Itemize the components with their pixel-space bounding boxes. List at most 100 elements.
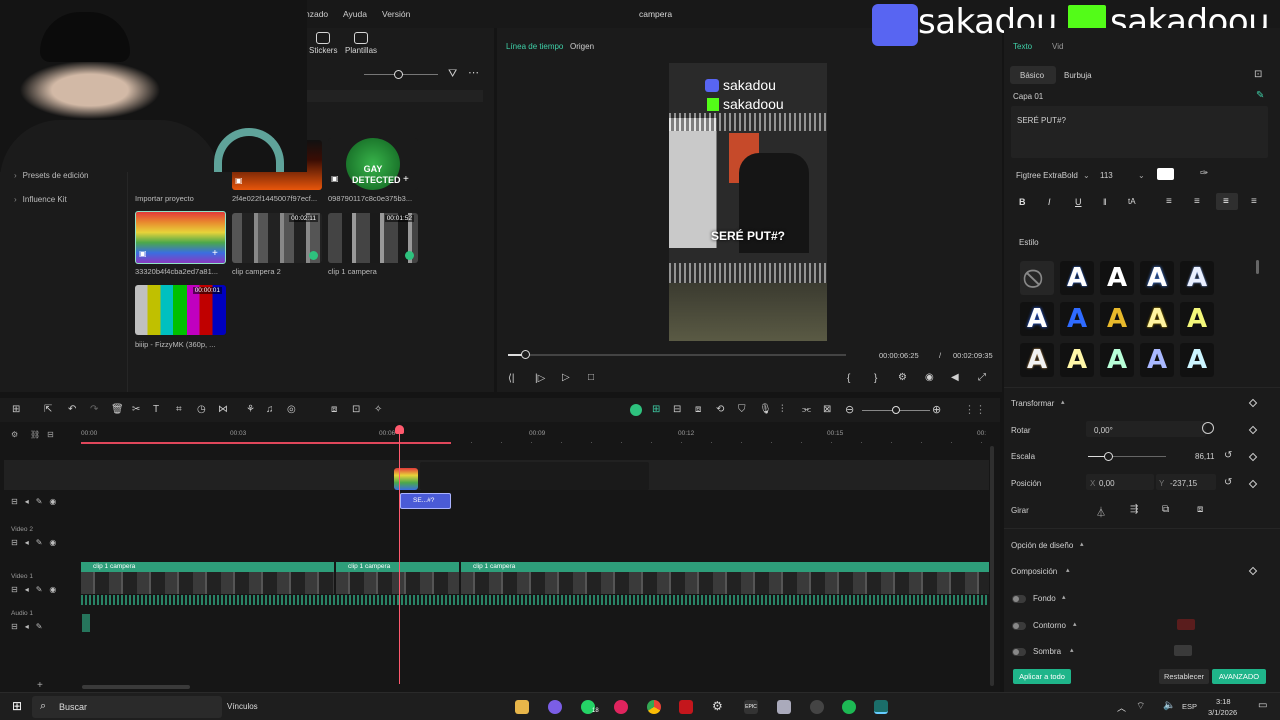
crop-icon[interactable]: ⌗ <box>176 404 182 415</box>
text-clip[interactable]: SE...#? <box>400 493 451 509</box>
links-label[interactable]: Vínculos <box>227 702 258 711</box>
media-item-rainbow[interactable]: ▣ + <box>135 211 226 264</box>
play-backward-icon[interactable]: |▷ <box>535 373 545 384</box>
edit-layer-icon[interactable]: ✎ <box>1256 90 1264 101</box>
motion-icon[interactable]: ⟲ <box>716 404 724 415</box>
search-bar[interactable] <box>307 90 483 102</box>
style-tile[interactable]: A <box>1060 343 1094 377</box>
epic-games-icon[interactable]: EPIC <box>744 700 758 714</box>
app-icon[interactable] <box>548 700 562 714</box>
style-tile[interactable]: A <box>1180 261 1214 295</box>
style-scrollbar[interactable] <box>1256 260 1259 274</box>
timeline-horizontal-scrollbar[interactable] <box>82 685 190 689</box>
effects-icon[interactable]: ✧ <box>374 404 382 415</box>
tab-timeline[interactable]: Línea de tiempo <box>506 42 563 51</box>
overlay-clip[interactable] <box>420 462 649 490</box>
media-item-radar[interactable]: GAY DETECTED ▣ + <box>328 138 418 190</box>
wifi-icon[interactable]: ⌔ <box>1136 700 1145 713</box>
keyframe-icon[interactable] <box>1248 452 1258 462</box>
spotify-icon[interactable] <box>842 700 856 714</box>
track-settings-icon[interactable]: ⚙ <box>11 430 18 439</box>
background-toggle[interactable] <box>1012 595 1026 603</box>
keyframe-icon[interactable] <box>1248 398 1258 408</box>
stabilize-icon[interactable]: ◎ <box>287 404 296 415</box>
add-icon[interactable]: + <box>212 248 218 259</box>
mixer-icon[interactable]: ⫶ <box>781 404 784 415</box>
timeline-vertical-scrollbar[interactable] <box>990 446 994 686</box>
subtab-bubble[interactable]: Burbuja <box>1064 71 1092 80</box>
tab-video[interactable]: Vid <box>1052 42 1063 51</box>
language-indicator[interactable]: ESP <box>1182 702 1197 711</box>
italic-icon[interactable]: I <box>1048 197 1051 207</box>
collapse-icon[interactable]: ▴ <box>1061 398 1065 406</box>
templates-button[interactable]: Plantillas <box>345 32 377 55</box>
color-icon[interactable]: ⧈ <box>695 404 701 415</box>
video-clip[interactable]: clip 1 campera <box>336 562 459 572</box>
playback-scrubber[interactable] <box>508 354 846 356</box>
rotate-left-icon[interactable]: ⧉ <box>1162 504 1169 515</box>
render-preview-icon[interactable] <box>630 404 642 416</box>
shadow-toggle[interactable] <box>1012 648 1026 656</box>
style-tile[interactable]: A <box>1140 302 1174 336</box>
case-icon[interactable]: tA <box>1128 197 1136 206</box>
style-tile[interactable]: A <box>1180 302 1214 336</box>
play-icon[interactable]: ▷ <box>562 372 570 383</box>
font-chevron-icon[interactable]: ⌄ <box>1083 171 1090 180</box>
outline-color-swatch[interactable] <box>1177 619 1195 630</box>
advanced-button[interactable]: AVANZADO <box>1212 669 1266 684</box>
mark-out-icon[interactable]: } <box>874 373 877 384</box>
mark-in-icon[interactable]: { <box>847 373 850 384</box>
align-left-icon[interactable]: ≡ <box>1166 196 1172 207</box>
zoom-slider-handle[interactable] <box>892 406 900 414</box>
prev-frame-icon[interactable]: ⟨| <box>508 373 515 384</box>
preview-caption[interactable]: SERÉ PUT#? <box>669 229 827 243</box>
keyframe-icon[interactable] <box>1248 425 1258 435</box>
design-options-title[interactable]: Opción de diseño <box>1011 541 1073 550</box>
clock-date[interactable]: 3/1/2026 <box>1208 708 1237 717</box>
select-tool-icon[interactable]: ⇱ <box>44 404 52 415</box>
snapshot-icon[interactable]: ◉ <box>925 372 934 383</box>
flip-vertical-icon[interactable]: ⇶ <box>1130 504 1138 515</box>
justify-icon[interactable]: ≡ <box>1251 196 1257 207</box>
slider-handle[interactable] <box>394 70 403 79</box>
style-tile[interactable]: A <box>1100 343 1134 377</box>
add-icon[interactable]: + <box>403 174 409 185</box>
style-tile[interactable]: A <box>1140 261 1174 295</box>
media-item-clip-1-campera[interactable]: 00:01:52 <box>328 213 418 263</box>
style-tile[interactable]: A <box>1020 343 1054 377</box>
scale-value[interactable]: 86,11 <box>1195 452 1214 461</box>
more-options-icon[interactable]: ⋯ <box>468 66 479 79</box>
video-clip-thumbnails[interactable] <box>81 572 334 594</box>
font-select[interactable]: Figtree ExtraBold <box>1016 171 1078 180</box>
delete-icon[interactable]: 🗑 <box>111 404 124 415</box>
link-tracks-icon[interactable]: ⛓ <box>30 430 40 439</box>
snap-icon[interactable]: ⊞ <box>652 404 660 415</box>
bold-icon[interactable]: B <box>1019 197 1026 207</box>
transform-section-title[interactable]: Transformar <box>1011 399 1054 408</box>
collapse-icon[interactable]: ▴ <box>1062 593 1066 601</box>
grid-menu-icon[interactable]: ⋮⋮ <box>964 403 986 416</box>
ai-tool-icon[interactable]: ⚘ <box>246 404 255 415</box>
track-controls[interactable]: ⊟◂✎◉ <box>11 538 63 547</box>
underline-icon[interactable]: U <box>1075 197 1082 207</box>
playhead[interactable] <box>399 430 400 684</box>
stickers-button[interactable]: Stickers <box>309 32 337 55</box>
flip-horizontal-icon[interactable]: ⏃ <box>1096 504 1106 519</box>
app-icon[interactable] <box>777 700 791 714</box>
pip-icon[interactable]: ⊠ <box>823 404 831 415</box>
collapse-icon[interactable]: ▴ <box>1080 540 1084 548</box>
reset-icon[interactable]: ↺ <box>1224 477 1232 488</box>
style-tile[interactable]: A <box>1060 302 1094 336</box>
layout-icon[interactable]: ⊞ <box>12 404 20 415</box>
nav-influence-kit[interactable]: › Influence Kit <box>14 195 67 204</box>
settings-icon[interactable]: ⚙ <box>898 372 907 383</box>
reset-button[interactable]: Restablecer <box>1159 669 1209 684</box>
style-tile[interactable]: A <box>1180 343 1214 377</box>
app-icon[interactable] <box>810 700 824 714</box>
shadow-color-swatch[interactable] <box>1174 645 1192 656</box>
freeze-icon[interactable]: ⊡ <box>352 404 360 415</box>
stop-icon[interactable]: □ <box>588 372 594 383</box>
tab-text[interactable]: Texto <box>1013 42 1032 51</box>
chrome-icon[interactable] <box>647 700 661 714</box>
video-clip[interactable]: clip 1 campera <box>81 562 334 572</box>
